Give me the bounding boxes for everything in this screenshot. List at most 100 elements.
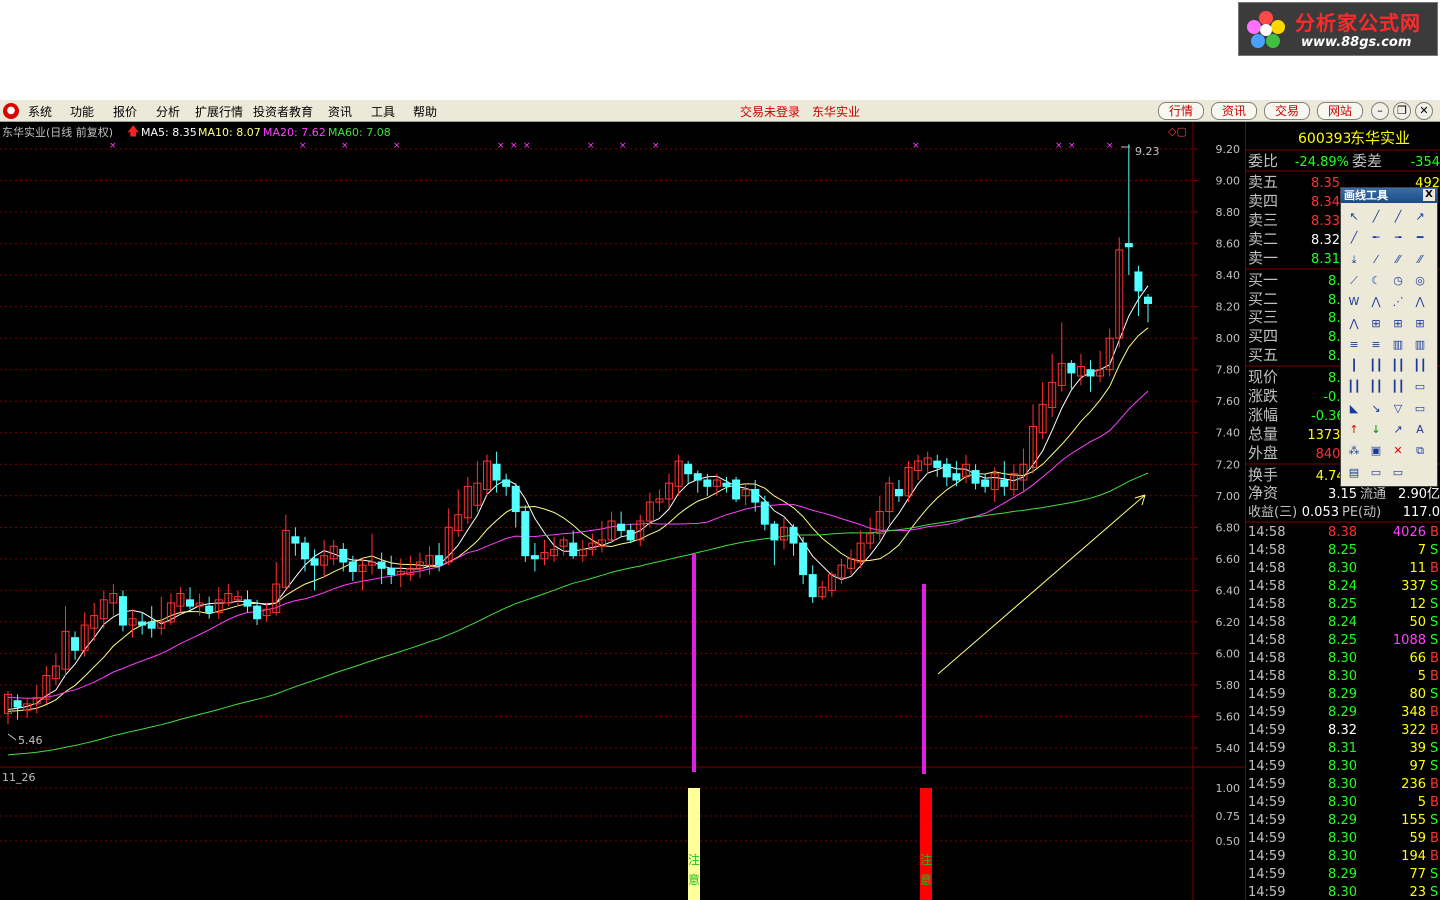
draw-tool-icon[interactable]: ▭ xyxy=(1411,378,1429,396)
restore-icon[interactable]: ❐ xyxy=(1393,102,1411,120)
draw-tool-icon[interactable]: ▭ xyxy=(1367,464,1385,482)
draw-tool-icon[interactable]: W xyxy=(1345,293,1363,311)
draw-tool-icon[interactable]: ⁄ xyxy=(1367,251,1385,269)
candle-down xyxy=(502,479,511,487)
draw-tool-icon[interactable]: ⁂ xyxy=(1345,442,1363,460)
draw-tool-icon[interactable]: ━ xyxy=(1411,229,1429,247)
draw-tool-icon[interactable]: ⊞ xyxy=(1389,315,1407,333)
marker-x: × xyxy=(1055,141,1063,151)
draw-tool-icon[interactable]: ⟋ xyxy=(1345,272,1363,290)
draw-tool-icon[interactable]: ↗ xyxy=(1411,208,1429,226)
marker-x: × xyxy=(1106,141,1114,151)
draw-tool-icon[interactable]: ≡ xyxy=(1367,336,1385,354)
low-price-label: 5.46 xyxy=(18,734,43,747)
draw-tool-icon[interactable]: ╱ xyxy=(1367,208,1385,226)
draw-tool-icon[interactable]: ┃┃ xyxy=(1411,357,1429,375)
menu-item-tools[interactable]: 工具 xyxy=(371,103,395,120)
menu-item-news[interactable]: 资讯 xyxy=(328,103,352,120)
draw-tool-icon[interactable]: ⋰ xyxy=(1389,293,1407,311)
tick-price: 8.25 xyxy=(1328,633,1357,648)
shouyi-value: 0.053 xyxy=(1302,505,1339,520)
menu-item-function[interactable]: 功能 xyxy=(70,103,94,120)
draw-tool-icon[interactable]: ⋀ xyxy=(1345,315,1363,333)
draw-tool-icon[interactable]: ▥ xyxy=(1389,336,1407,354)
tick-side: B xyxy=(1430,723,1439,738)
draw-tool-icon[interactable]: ✕ xyxy=(1389,442,1407,460)
draw-tool-icon[interactable]: ⊞ xyxy=(1411,315,1429,333)
menu-item-help[interactable]: 帮助 xyxy=(413,103,437,120)
draw-tool-icon[interactable]: ╱ xyxy=(1345,229,1363,247)
draw-tool-icon[interactable]: ⋀ xyxy=(1367,293,1385,311)
candle-down xyxy=(789,526,798,544)
menu-item-education[interactable]: 投资者教育 xyxy=(253,103,313,120)
tick-side: S xyxy=(1430,885,1438,900)
y-tick-label: 7.20 xyxy=(1216,458,1241,471)
tick-volume: 348 xyxy=(1401,705,1426,720)
draw-tool-icon[interactable]: ⋀ xyxy=(1411,293,1429,311)
draw-tool-title[interactable]: 画线工具 X xyxy=(1341,188,1437,203)
draw-tool-icon[interactable]: ┃┃ xyxy=(1389,357,1407,375)
tick-volume: 337 xyxy=(1401,579,1426,594)
liutong-label: 流通 xyxy=(1360,487,1386,502)
draw-tool-icon[interactable]: ┃ xyxy=(1345,357,1363,375)
draw-tool-icon[interactable]: ⁄⁄ xyxy=(1411,251,1429,269)
y-tick-label: 8.40 xyxy=(1216,269,1241,282)
draw-tool-icon[interactable]: ▭ xyxy=(1411,400,1429,418)
draw-tool-icon[interactable]: A xyxy=(1411,421,1429,439)
draw-tool-icon[interactable]: ↓ xyxy=(1367,421,1385,439)
draw-tool-title-text: 画线工具 xyxy=(1344,189,1388,202)
draw-tool-icon[interactable]: ↘ xyxy=(1367,400,1385,418)
webi-label: 委比 xyxy=(1248,152,1278,170)
draw-tool-icon[interactable]: ☾ xyxy=(1367,272,1385,290)
draw-tool-icon[interactable]: ≡ xyxy=(1345,336,1363,354)
menu-item-system[interactable]: 系统 xyxy=(28,103,52,120)
tab-website[interactable]: 网站 xyxy=(1317,102,1363,120)
draw-tool-icon[interactable]: ╼ xyxy=(1389,229,1407,247)
draw-tool-icon[interactable]: ◣ xyxy=(1345,400,1363,418)
draw-tool-icon[interactable]: ↖ xyxy=(1345,208,1363,226)
draw-tool-icon[interactable]: ⤓ xyxy=(1345,251,1363,269)
tab-trade[interactable]: 交易 xyxy=(1264,102,1310,120)
draw-tool-icon[interactable]: ⊞ xyxy=(1367,315,1385,333)
draw-tool-icon[interactable]: ╾ xyxy=(1367,229,1385,247)
draw-tool-icon[interactable]: ▥ xyxy=(1411,336,1429,354)
draw-tool-icon[interactable]: ╱ xyxy=(1389,208,1407,226)
candle-down xyxy=(569,542,578,557)
app-icon[interactable]: ● xyxy=(3,103,19,119)
draw-tool-icon[interactable]: ▤ xyxy=(1345,464,1363,482)
ma60-line xyxy=(7,472,1149,756)
draw-tool-icon[interactable]: ↗ xyxy=(1389,421,1407,439)
draw-tool-icon[interactable]: ◷ xyxy=(1389,272,1407,290)
draw-tool-icon[interactable]: ┃┃ xyxy=(1367,357,1385,375)
tick-volume: 50 xyxy=(1409,615,1426,630)
draw-tool-icon[interactable]: ▣ xyxy=(1367,442,1385,460)
menu-item-analysis[interactable]: 分析 xyxy=(156,103,180,120)
tab-news[interactable]: 资讯 xyxy=(1211,102,1257,120)
marker-x: × xyxy=(341,141,349,151)
tick-side: S xyxy=(1430,615,1438,630)
chart-area[interactable]: 9.20 9.00 8.80 8.60 8.40 8.20 8.00 7.80 7.60 7.40… xyxy=(0,122,1245,900)
y-tick-label: 6.00 xyxy=(1216,647,1241,660)
minimize-icon[interactable]: – xyxy=(1371,102,1389,120)
menu-item-quote[interactable]: 报价 xyxy=(113,103,137,120)
candle-down xyxy=(530,555,539,560)
draw-tool-icon[interactable]: ↑ xyxy=(1345,421,1363,439)
tab-quote[interactable]: 行情 xyxy=(1158,102,1204,120)
draw-tool-icon[interactable]: ⧉ xyxy=(1411,442,1429,460)
kline-chart[interactable]: 9.20 9.00 8.80 8.60 8.40 8.20 8.00 7.80 7.60 7.40… xyxy=(0,122,1245,900)
draw-tool-icon[interactable]: ⁄⁄ xyxy=(1389,251,1407,269)
draw-tool-icon[interactable]: ┃┃ xyxy=(1345,378,1363,396)
menu-item-extended[interactable]: 扩展行情 xyxy=(195,103,243,120)
menu-bar: ● 系统 功能 报价 分析 扩展行情 投资者教育 资讯 工具 帮助 交易未登录 … xyxy=(0,100,1440,122)
draw-tool-icon[interactable]: ▽ xyxy=(1389,400,1407,418)
draw-tool-panel[interactable]: 画线工具 X ↖ ╱ ╱ ↗ ╱ ╾ ╼ ━ ⤓ ⁄ ⁄⁄ ⁄⁄ ⟋ ☾ ◷ ◎ W ⋀ ⋰ ⋀ ⋀ ⊞ ⊞ ⊞ ≡ ≡ ▥ ▥ ┃ ┃┃ ┃… xyxy=(1340,187,1438,487)
chart-toggle-icon[interactable]: ◇▢ xyxy=(1168,125,1187,138)
draw-tool-icon[interactable]: ◎ xyxy=(1411,272,1429,290)
draw-tool-icon[interactable]: ▭ xyxy=(1389,464,1407,482)
draw-tool-close-icon[interactable]: X xyxy=(1423,189,1435,201)
close-icon[interactable]: ✕ xyxy=(1415,102,1433,120)
y-tick-label: 5.40 xyxy=(1216,742,1241,755)
draw-tool-icon[interactable]: ┃┃ xyxy=(1367,378,1385,396)
tick-time: 14:59 xyxy=(1248,849,1285,864)
draw-tool-icon[interactable]: ┃┃ xyxy=(1389,378,1407,396)
